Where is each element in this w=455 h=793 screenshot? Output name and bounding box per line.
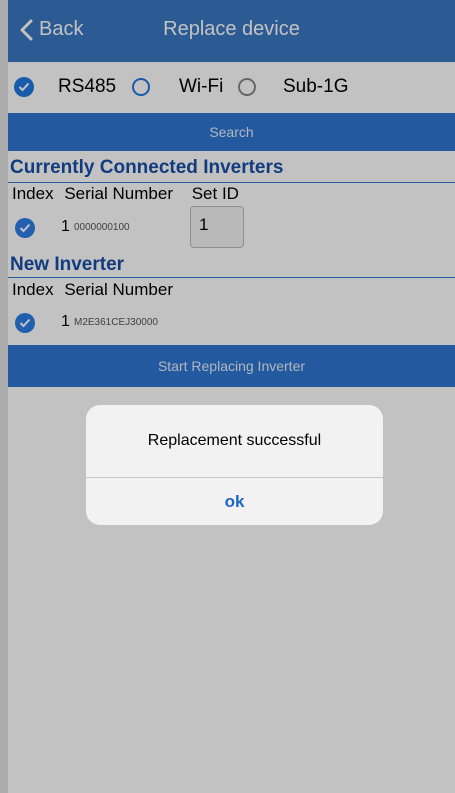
modal-backdrop bbox=[0, 0, 455, 793]
alert-dialog: Replacement successful ok bbox=[86, 405, 383, 525]
alert-message: Replacement successful bbox=[147, 432, 322, 449]
alert-ok-button[interactable]: ok bbox=[86, 478, 383, 525]
